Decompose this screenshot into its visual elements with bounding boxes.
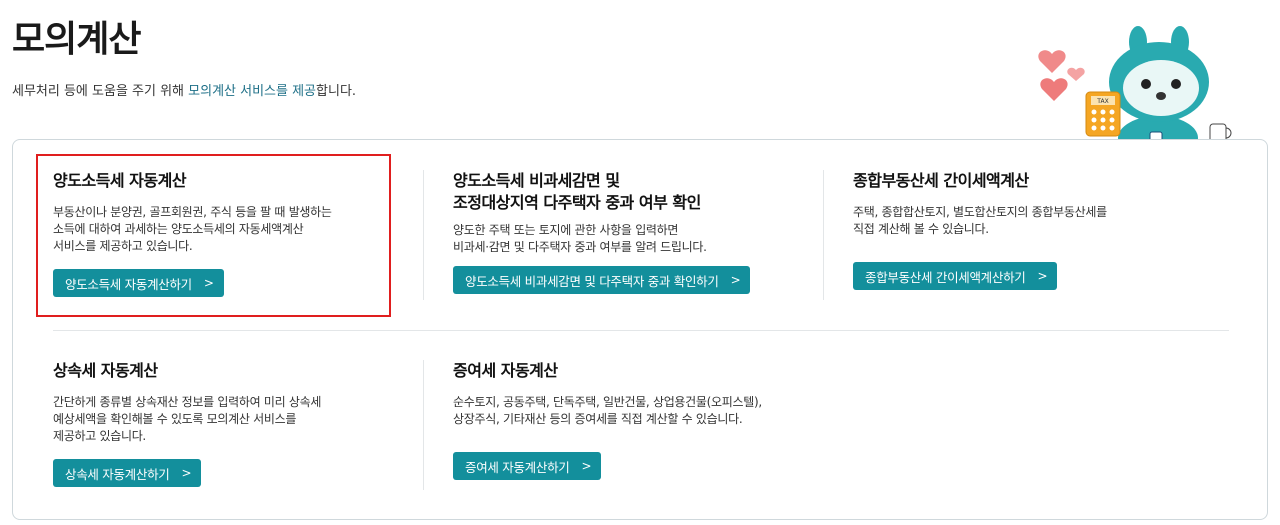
card-inheritance-tax: 상속세 자동계산 간단하게 종류별 상속재산 정보를 입력하여 미리 상속세 예… <box>53 360 383 487</box>
card-title: 증여세 자동계산 <box>453 361 558 380</box>
button-label: 양도소득세 자동계산하기 <box>65 276 192 292</box>
desc-prefix: 세무처리 등에 도움을 주기 위해 <box>12 84 189 99</box>
property-tax-calc-button[interactable]: 종합부동산세 간이세액계산하기 > <box>853 262 1058 290</box>
button-label: 양도소득세 비과세감면 및 다주택자 중과 확인하기 <box>465 273 719 289</box>
gift-tax-calc-button[interactable]: 증여세 자동계산하기 > <box>453 452 602 480</box>
card-desc: 간단하게 종류별 상속재산 정보를 입력하여 미리 상속세 예상세액을 확인해볼… <box>53 395 322 443</box>
card-desc: 부동산이나 분양권, 골프회원권, 주식 등을 팔 때 발생하는 소득에 대하여… <box>53 205 332 253</box>
button-label: 증여세 자동계산하기 <box>465 459 570 475</box>
card-title: 상속세 자동계산 <box>53 361 158 380</box>
chevron-right-icon: > <box>203 276 214 290</box>
card-desc: 양도한 주택 또는 토지에 관한 사항을 입력하면 비과세·감면 및 다주택자 … <box>453 223 707 254</box>
card-desc: 순수토지, 공동주택, 단독주택, 일반건물, 상업용건물(오피스텔), 상장주… <box>453 395 762 426</box>
capital-gains-calc-button[interactable]: 양도소득세 자동계산하기 > <box>53 269 224 297</box>
card-desc: 주택, 종합합산토지, 별도합산토지의 종합부동산세를 직접 계산해 볼 수 있… <box>853 205 1107 236</box>
card-comprehensive-property-tax: 종합부동산세 간이세액계산 주택, 종합합산토지, 별도합산토지의 종합부동산세… <box>853 170 1213 290</box>
divider <box>823 170 824 300</box>
card-capital-gains-exemption: 양도소득세 비과세감면 및 조정대상지역 다주택자 중과 여부 확인 양도한 주… <box>453 170 813 294</box>
divider <box>53 330 1229 331</box>
chevron-right-icon: > <box>181 466 192 480</box>
button-label: 종합부동산세 간이세액계산하기 <box>865 269 1026 285</box>
calculator-icon: TAX <box>1085 91 1121 137</box>
card-capital-gains-tax: 양도소득세 자동계산 부동산이나 분양권, 골프회원권, 주식 등을 팔 때 발… <box>53 170 383 297</box>
divider <box>423 170 424 300</box>
heart-icon <box>1038 50 1066 73</box>
button-label: 상속세 자동계산하기 <box>65 466 170 482</box>
heart-icon-large <box>1040 78 1068 101</box>
page-title: 모의계산 <box>12 19 141 60</box>
desc-suffix: 합니다. <box>316 84 357 99</box>
card-title: 종합부동산세 간이세액계산 <box>853 171 1029 190</box>
chevron-right-icon: > <box>581 459 592 473</box>
exemption-check-button[interactable]: 양도소득세 비과세감면 및 다주택자 중과 확인하기 > <box>453 266 751 294</box>
desc-highlight: 모의계산 서비스를 제공 <box>188 84 317 99</box>
inheritance-tax-calc-button[interactable]: 상속세 자동계산하기 > <box>53 459 202 487</box>
heart-icon-small <box>1067 67 1085 81</box>
divider <box>423 360 424 490</box>
card-title: 양도소득세 비과세감면 및 조정대상지역 다주택자 중과 여부 확인 <box>453 171 701 212</box>
card-title: 양도소득세 자동계산 <box>53 171 187 190</box>
page-description: 세무처리 등에 도움을 주기 위해 모의계산 서비스를 제공합니다. <box>12 80 356 99</box>
chevron-right-icon: > <box>1037 269 1048 283</box>
chevron-right-icon: > <box>730 273 741 287</box>
card-gift-tax: 증여세 자동계산 순수토지, 공동주택, 단독주택, 일반건물, 상업용건물(오… <box>453 360 853 480</box>
tax-badge-text: TAX <box>1096 98 1108 105</box>
